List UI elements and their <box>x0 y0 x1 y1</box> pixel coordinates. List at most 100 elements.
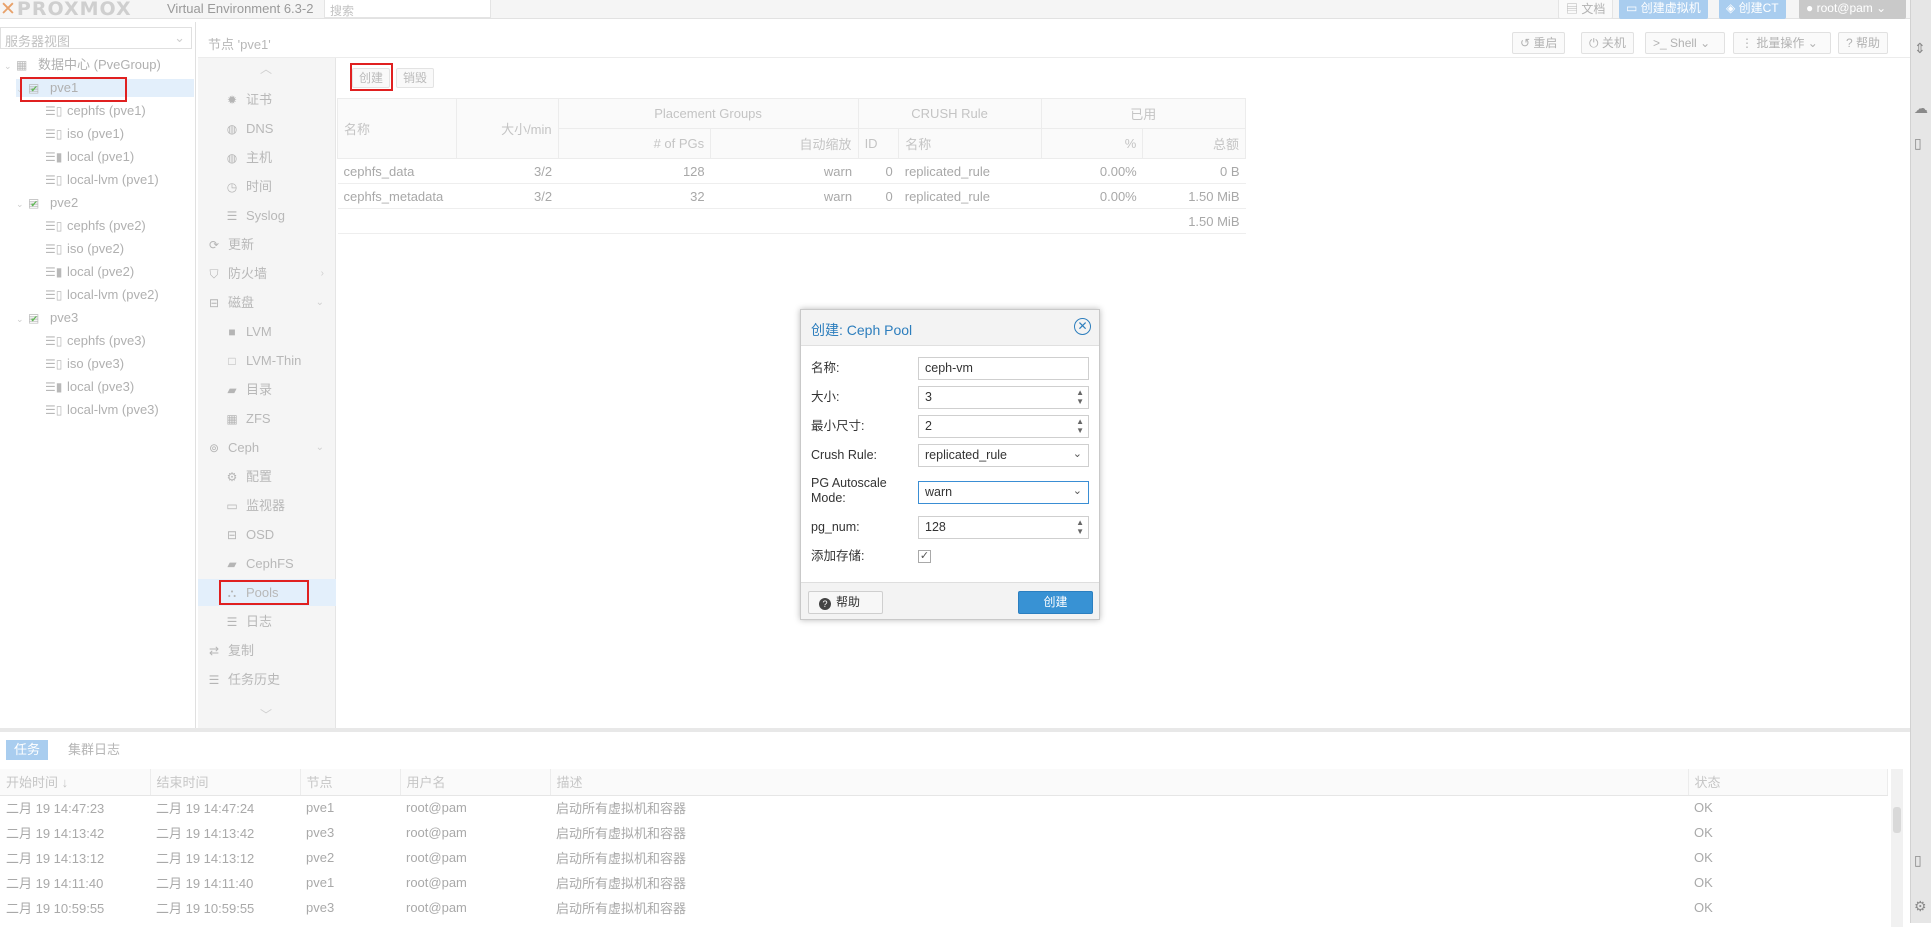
pg-num-stepper[interactable]: 128 ▲ ▼ <box>918 516 1089 539</box>
add-storage-checkbox[interactable]: ✓ <box>918 550 931 563</box>
close-icon[interactable]: ✕ <box>1074 318 1091 335</box>
col-size[interactable]: 大小/min <box>455 98 559 159</box>
min-size-stepper[interactable]: 2 ▲ ▼ <box>918 415 1089 438</box>
tree-storage[interactable]: ☰▯ iso (pve3) <box>45 355 124 373</box>
spinner-arrows-icon[interactable]: ▲ ▼ <box>1076 417 1084 435</box>
tree-node-pve2[interactable]: ⌄ ▤✔ pve2 <box>16 194 78 212</box>
col-end-time[interactable]: 结束时间 <box>150 769 301 796</box>
collapse-toggle-icon[interactable]: ⌄ <box>4 57 16 75</box>
col-description[interactable]: 描述 <box>550 769 1689 796</box>
col-rule-name[interactable]: 名称 <box>898 128 1042 159</box>
menu-item-time[interactable]: ◷ 时间 <box>198 173 336 200</box>
chevron-down-icon[interactable]: ⌄ <box>1073 447 1082 462</box>
menu-item-lvm-thin[interactable]: □ LVM-Thin <box>198 347 336 374</box>
tree-storage[interactable]: ☰▮ local (pve2) <box>45 263 134 281</box>
global-search-input[interactable]: 搜索 <box>324 0 491 18</box>
menu-item-certificates[interactable]: ✹ 证书 <box>198 86 336 113</box>
docs-button[interactable]: ▤ 文档 <box>1558 0 1614 19</box>
collapse-toggle-icon[interactable]: ⌄ <box>16 80 28 98</box>
menu-item-firewall[interactable]: ⛉ 防火墙 › <box>198 260 336 287</box>
menu-item-pools[interactable]: ⛬ Pools <box>198 579 336 606</box>
col-autoscale[interactable]: 自动缩放 <box>710 128 859 159</box>
scroll-down-icon[interactable]: ﹀ <box>260 706 272 723</box>
menu-item-updates[interactable]: ⟳ 更新 <box>198 231 336 258</box>
tree-node-pve3[interactable]: ⌄ ▤✔ pve3 <box>16 309 78 327</box>
task-list-scrollbar[interactable] <box>1891 769 1903 927</box>
create-vm-button[interactable]: ▭ 创建虚拟机 <box>1619 0 1708 19</box>
spinner-arrows-icon[interactable]: ▲ ▼ <box>1076 388 1084 406</box>
tree-storage[interactable]: ☰▯ local-lvm (pve3) <box>45 401 159 419</box>
tree-storage[interactable]: ☰▯ local-lvm (pve1) <box>45 171 159 189</box>
table-row[interactable]: 二月 19 14:13:12 二月 19 14:13:12 pve2 root@pam… <box>0 845 1888 870</box>
menu-item-syslog[interactable]: ☰ Syslog <box>198 202 336 229</box>
menu-item-disks[interactable]: ⊟ 磁盘 ⌄ <box>198 289 336 316</box>
scroll-up-icon[interactable]: ︿ <box>260 60 272 77</box>
table-row[interactable]: cephfs_metadata 3/2 32 warn 0 replicated… <box>337 183 1246 209</box>
tree-datacenter[interactable]: ⌄ ▦ 数据中心 (PveGroup) <box>4 56 161 74</box>
menu-item-lvm[interactable]: ■ LVM <box>198 318 336 345</box>
tree-storage[interactable]: ☰▮ local (pve1) <box>45 148 134 166</box>
view-selector[interactable]: 服务器视图 ⌄ <box>0 27 192 49</box>
menu-item-monitor[interactable]: ▭ 监视器 <box>198 492 336 519</box>
settings-icon[interactable]: ⚙ <box>1914 898 1927 915</box>
collapse-toggle-icon[interactable]: ⌄ <box>16 310 28 328</box>
menu-item-ceph-config[interactable]: ⚙ 配置 <box>198 463 336 490</box>
col-used-total[interactable]: 总额 <box>1142 128 1246 159</box>
tab-cluster-log[interactable]: 集群日志 <box>60 740 128 760</box>
menu-item-zfs[interactable]: ▦ ZFS <box>198 405 336 432</box>
collapse-toggle-icon[interactable]: ⌄ <box>16 195 28 213</box>
create-ct-button[interactable]: ◈ 创建CT <box>1719 0 1786 19</box>
menu-item-task-history[interactable]: ☰ 任务历史 <box>198 666 336 693</box>
col-start-time[interactable]: 开始时间 ↓ <box>0 769 151 796</box>
tree-storage[interactable]: ☰▯ cephfs (pve3) <box>45 332 146 350</box>
tree-node-pve1[interactable]: ⌄ ▤✔ pve1 <box>16 79 194 97</box>
table-row[interactable]: 二月 19 14:13:42 二月 19 14:13:42 pve3 root@pam… <box>0 820 1888 845</box>
menu-item-cephfs[interactable]: ▰ CephFS <box>198 550 336 577</box>
menu-item-ceph[interactable]: ⊚ Ceph ⌄ <box>198 434 336 461</box>
col-rule-id[interactable]: ID <box>857 128 900 159</box>
col-status[interactable]: 状态 <box>1688 769 1888 796</box>
dialog-create-button[interactable]: 创建 <box>1018 591 1093 614</box>
create-pool-button[interactable]: 创建 <box>352 68 391 88</box>
dialog-title-bar[interactable]: 创建: Ceph Pool ✕ <box>801 310 1099 346</box>
autoscale-mode-select[interactable]: warn ⌄ <box>918 481 1089 504</box>
help-button[interactable]: ? 帮助 <box>1838 32 1889 54</box>
collapse-icon[interactable]: ⇕ <box>1914 40 1926 57</box>
table-row[interactable]: 二月 19 14:11:40 二月 19 14:11:40 pve1 root@pam… <box>0 870 1888 895</box>
shell-button[interactable]: >_ Shell ⌄ <box>1645 32 1725 54</box>
dialog-help-button[interactable]: ? 帮助 <box>808 591 883 614</box>
menu-item-osd[interactable]: ⊟ OSD <box>198 521 336 548</box>
table-row[interactable]: 二月 19 14:47:23 二月 19 14:47:24 pve1 root@pam… <box>0 795 1888 820</box>
menu-item-directory[interactable]: ▰ 目录 <box>198 376 336 403</box>
menu-item-replication[interactable]: ⇄ 复制 <box>198 637 336 664</box>
document-icon[interactable]: ▯ <box>1914 135 1922 152</box>
chevron-down-icon[interactable]: ⌄ <box>1073 484 1082 499</box>
tree-storage[interactable]: ☰▯ cephfs (pve2) <box>45 217 146 235</box>
cloud-icon[interactable]: ☁ <box>1914 100 1928 117</box>
table-row[interactable]: cephfs_data 3/2 128 warn 0 replicated_ru… <box>337 158 1246 184</box>
tree-storage[interactable]: ☰▯ iso (pve2) <box>45 240 124 258</box>
tree-storage[interactable]: ☰▯ local-lvm (pve2) <box>45 286 159 304</box>
bulk-actions-button[interactable]: ⋮ 批量操作 ⌄ <box>1733 32 1831 54</box>
tree-storage[interactable]: ☰▯ cephfs (pve1) <box>45 102 146 120</box>
col-user[interactable]: 用户名 <box>400 769 551 796</box>
col-node[interactable]: 节点 <box>300 769 401 796</box>
menu-item-hosts[interactable]: ◍ 主机 <box>198 144 336 171</box>
menu-item-dns[interactable]: ◍ DNS <box>198 115 336 142</box>
destroy-pool-button[interactable]: 销毁 <box>396 68 435 88</box>
col-name[interactable]: 名称 <box>337 98 457 159</box>
user-menu-button[interactable]: ● root@pam ⌄ <box>1799 0 1906 19</box>
tree-storage[interactable]: ☰▮ local (pve3) <box>45 378 134 396</box>
crush-rule-select[interactable]: replicated_rule ⌄ <box>918 444 1089 467</box>
col-used-pct[interactable]: % <box>1040 128 1144 159</box>
shutdown-button[interactable]: ⏻ 关机 <box>1581 32 1634 54</box>
table-row[interactable]: 二月 19 10:59:55 二月 19 10:59:55 pve3 root@pam… <box>0 895 1888 920</box>
spinner-arrows-icon[interactable]: ▲ ▼ <box>1076 518 1084 536</box>
col-num-pgs[interactable]: # of PGs <box>557 128 712 159</box>
pool-name-input[interactable]: ceph-vm <box>918 357 1089 380</box>
tree-storage[interactable]: ☰▯ iso (pve1) <box>45 125 124 143</box>
menu-item-ceph-log[interactable]: ☰ 日志 <box>198 608 336 635</box>
reboot-button[interactable]: ↺ 重启 <box>1512 32 1566 54</box>
size-stepper[interactable]: 3 ▲ ▼ <box>918 386 1089 409</box>
scrollbar-thumb[interactable] <box>1893 807 1901 833</box>
